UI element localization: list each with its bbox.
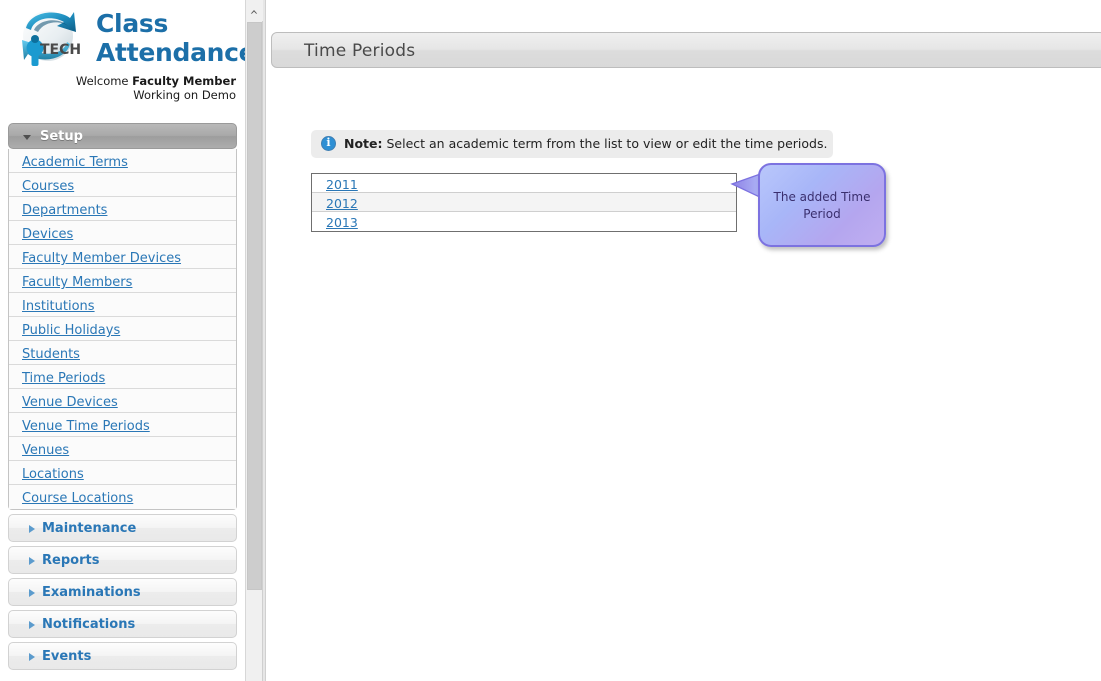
note-body: Select an academic term from the list to… xyxy=(382,136,828,151)
sidebar-item-venue-devices[interactable]: Venue Devices xyxy=(9,389,236,413)
sidebar-item-departments[interactable]: Departments xyxy=(9,197,236,221)
chevron-right-icon xyxy=(29,589,35,597)
list-item[interactable]: 2013 xyxy=(312,212,736,231)
sidebar-item-faculty-member-devices[interactable]: Faculty Member Devices xyxy=(9,245,236,269)
info-icon xyxy=(321,136,336,151)
sidebar-item-course-locations[interactable]: Course Locations xyxy=(9,485,236,509)
sidebar-section-notifications[interactable]: Notifications xyxy=(8,610,237,638)
list-item[interactable]: 2012 xyxy=(312,193,736,212)
term-link-2012[interactable]: 2012 xyxy=(326,196,358,211)
sidebar-item-label[interactable]: Faculty Members xyxy=(22,275,132,290)
note-label: Note: xyxy=(344,136,383,151)
chevron-right-icon xyxy=(29,621,35,629)
note-banner: Note: Select an academic term from the l… xyxy=(311,130,833,158)
sidebar-item-label[interactable]: Institutions xyxy=(22,299,95,314)
sidebar-nav: Setup Academic Terms Courses Departments… xyxy=(0,123,245,670)
callout-bubble: The added Time Period xyxy=(758,163,886,247)
sidebar-item-label[interactable]: Venue Devices xyxy=(22,395,118,410)
note-text: Note: Select an academic term from the l… xyxy=(344,136,827,151)
sidebar-setup-items: Academic Terms Courses Departments Devic… xyxy=(8,149,237,510)
app-title-line1: Class xyxy=(96,9,169,38)
sidebar-item-label[interactable]: Venue Time Periods xyxy=(22,419,150,434)
sidebar-item-label[interactable]: Faculty Member Devices xyxy=(22,251,181,266)
sidebar-section-label: Reports xyxy=(42,553,100,568)
welcome-text: Welcome Faculty Member Working on Demo xyxy=(20,74,236,102)
sidebar-section-label: Notifications xyxy=(42,617,136,632)
chevron-down-icon xyxy=(23,135,31,140)
working-on-label: Working on Demo xyxy=(133,88,236,102)
chevron-right-icon xyxy=(29,557,35,565)
sidebar-item-time-periods[interactable]: Time Periods xyxy=(9,365,236,389)
sidebar-section-events[interactable]: Events xyxy=(8,642,237,670)
page-title-bar: Time Periods xyxy=(271,32,1101,68)
sidebar-item-students[interactable]: Students xyxy=(9,341,236,365)
sidebar-item-label[interactable]: Academic Terms xyxy=(22,155,128,170)
sidebar-item-label[interactable]: Course Locations xyxy=(22,491,133,506)
sidebar-item-label[interactable]: Time Periods xyxy=(22,371,105,386)
sidebar-item-faculty-members[interactable]: Faculty Members xyxy=(9,269,236,293)
academic-terms-list: 2011 2012 2013 xyxy=(311,173,737,232)
sidebar-item-label[interactable]: Venues xyxy=(22,443,69,458)
app-title-line2: Attendance xyxy=(96,38,245,67)
sidebar-item-devices[interactable]: Devices xyxy=(9,221,236,245)
page-title: Time Periods xyxy=(304,41,416,61)
sidebar-item-locations[interactable]: Locations xyxy=(9,461,236,485)
sidebar-section-maintenance[interactable]: Maintenance xyxy=(8,514,237,542)
sidebar-section-reports[interactable]: Reports xyxy=(8,546,237,574)
iptech-globe-logo: TECH xyxy=(12,6,94,76)
sidebar-section-setup[interactable]: Setup xyxy=(8,123,237,149)
sidebar-item-label[interactable]: Students xyxy=(22,347,80,362)
callout-text: The added Time Period xyxy=(773,190,871,221)
sidebar-item-label[interactable]: Departments xyxy=(22,203,107,218)
term-link-2011[interactable]: 2011 xyxy=(326,177,358,192)
welcome-username: Faculty Member xyxy=(132,74,236,88)
scrollbar-up-button[interactable] xyxy=(246,0,263,21)
sidebar-item-label[interactable]: Public Holidays xyxy=(22,323,120,338)
main-content: Time Periods Note: Select an academic te… xyxy=(266,0,1101,681)
sidebar-item-public-holidays[interactable]: Public Holidays xyxy=(9,317,236,341)
chevron-up-icon xyxy=(250,10,258,14)
svg-text:TECH: TECH xyxy=(40,42,81,58)
sidebar-item-label[interactable]: Locations xyxy=(22,467,84,482)
list-item[interactable]: 2011 xyxy=(312,174,736,193)
term-link-2013[interactable]: 2013 xyxy=(326,215,358,230)
sidebar-section-examinations[interactable]: Examinations xyxy=(8,578,237,606)
welcome-prefix: Welcome xyxy=(75,74,133,88)
sidebar-item-institutions[interactable]: Institutions xyxy=(9,293,236,317)
app-title: Class Attendance xyxy=(96,9,245,67)
left-sidebar: TECH Class Attendance Welcome Faculty Me… xyxy=(0,0,245,681)
brand-header: TECH Class Attendance Welcome Faculty Me… xyxy=(0,0,245,105)
scrollbar-thumb[interactable] xyxy=(247,22,262,590)
sidebar-item-label[interactable]: Courses xyxy=(22,179,74,194)
sidebar-item-academic-terms[interactable]: Academic Terms xyxy=(9,149,236,173)
sidebar-item-courses[interactable]: Courses xyxy=(9,173,236,197)
sidebar-item-label[interactable]: Devices xyxy=(22,227,73,242)
sidebar-item-venue-time-periods[interactable]: Venue Time Periods xyxy=(9,413,236,437)
sidebar-item-venues[interactable]: Venues xyxy=(9,437,236,461)
vertical-scrollbar[interactable] xyxy=(245,0,263,681)
chevron-right-icon xyxy=(29,525,35,533)
sidebar-section-label: Events xyxy=(42,649,92,664)
chevron-right-icon xyxy=(29,653,35,661)
